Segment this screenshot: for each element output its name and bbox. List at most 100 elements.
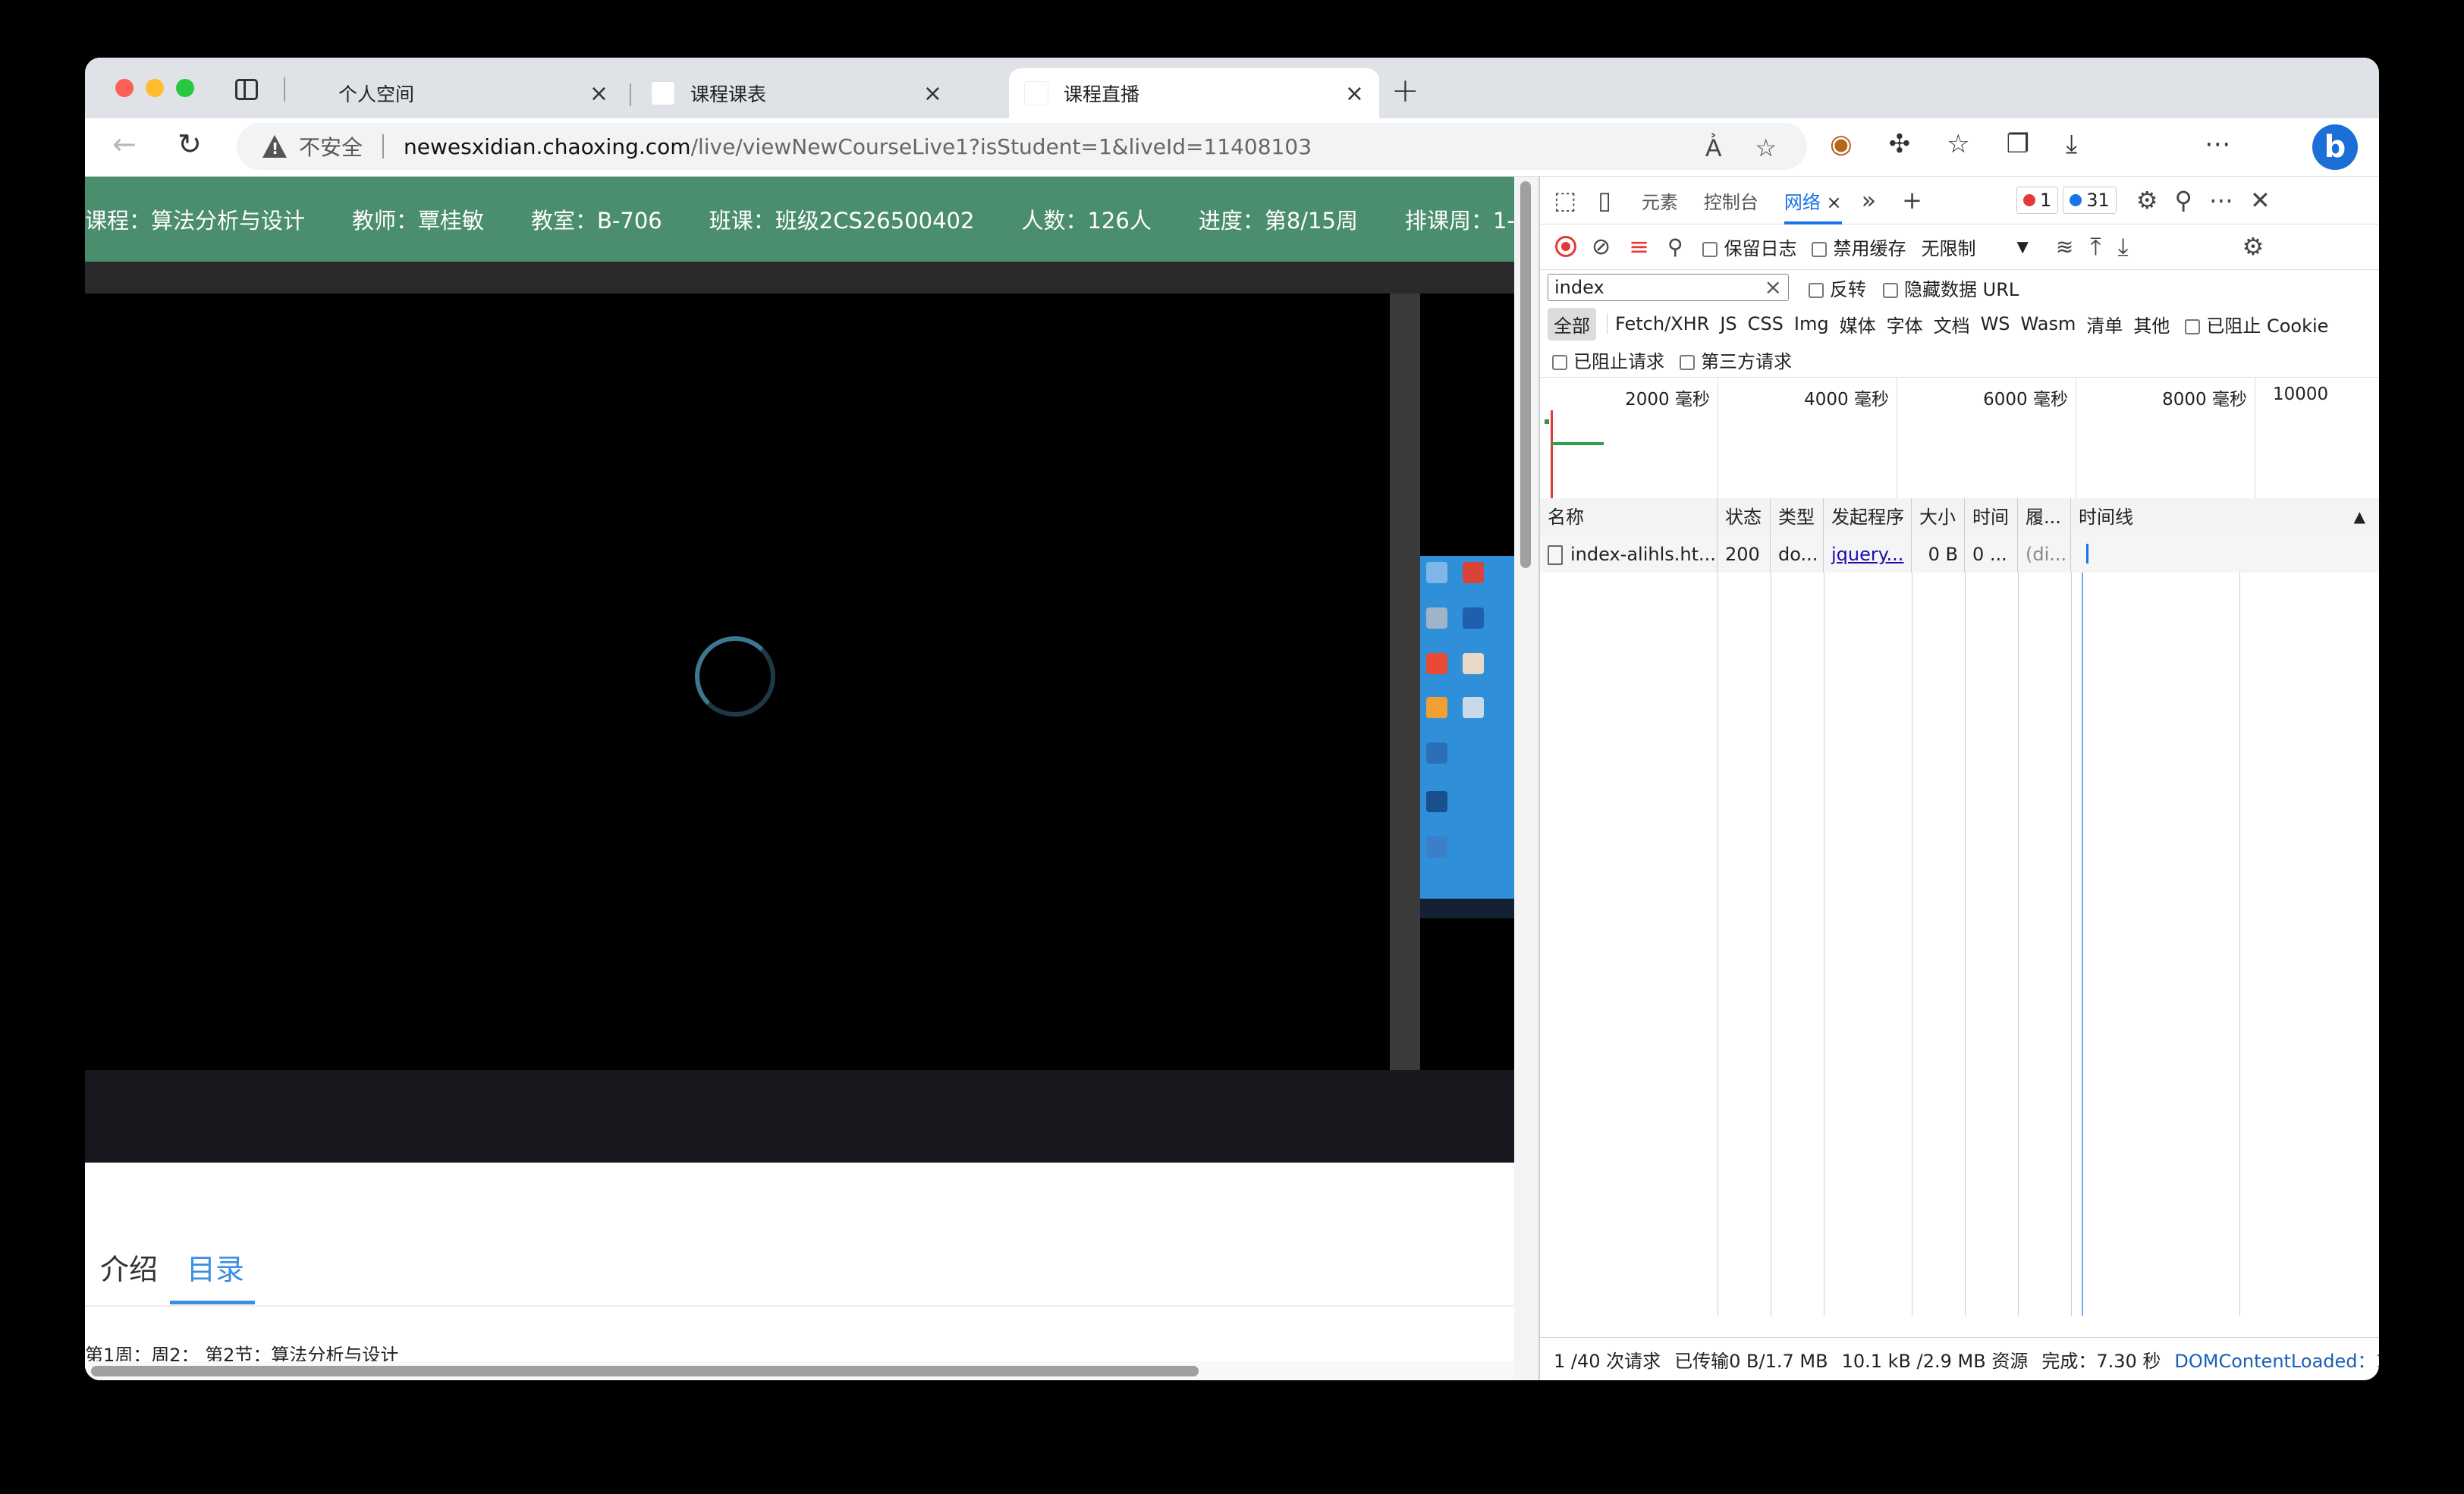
security-label[interactable]: 不安全 bbox=[299, 131, 363, 162]
col-time[interactable]: 时间 bbox=[1965, 498, 2018, 536]
filter-input[interactable]: index × bbox=[1548, 274, 1789, 301]
request-initiator-link[interactable]: jquery... bbox=[1824, 536, 1912, 573]
new-tab-icon[interactable]: + bbox=[1391, 71, 1419, 110]
col-type[interactable]: 类型 bbox=[1771, 498, 1824, 536]
blocked-requests-checkbox[interactable]: 已阻止请求 bbox=[1552, 347, 1664, 373]
add-favorite-icon[interactable]: ☆ bbox=[1755, 133, 1777, 162]
tab-personal-space[interactable]: 个人空间 × bbox=[290, 68, 624, 224]
type-filter-6[interactable]: 字体 bbox=[1887, 311, 1923, 337]
search-icon[interactable]: ⚲ bbox=[1667, 234, 1683, 259]
tab-intro[interactable]: 介绍 bbox=[100, 1246, 158, 1288]
inspect-element-icon[interactable]: ⬚ bbox=[1554, 186, 1576, 215]
type-filter-7[interactable]: 文档 bbox=[1934, 311, 1970, 337]
type-filter-2[interactable]: JS bbox=[1720, 313, 1736, 334]
import-har-icon[interactable]: ⤒ bbox=[2090, 232, 2101, 262]
more-menu-icon[interactable]: ⋯ bbox=[2205, 129, 2230, 159]
blocked-cookies-checkbox[interactable]: 已阻止 Cookie bbox=[2185, 311, 2328, 337]
col-size[interactable]: 大小 bbox=[1912, 498, 1965, 536]
player-splitter[interactable] bbox=[1390, 293, 1420, 1070]
network-overview[interactable]: 2000 毫秒 4000 毫秒 6000 毫秒 8000 毫秒 10000 bbox=[1540, 377, 2379, 499]
bing-copilot-icon[interactable]: b bbox=[2312, 124, 2358, 170]
close-icon[interactable]: × bbox=[589, 80, 608, 107]
tab-actions-icon[interactable] bbox=[235, 79, 258, 100]
video-player[interactable] bbox=[85, 293, 1390, 1070]
close-icon[interactable]: × bbox=[1345, 80, 1364, 107]
error-count-badge[interactable]: 1 bbox=[2016, 187, 2059, 214]
tab-console[interactable]: 控制台 bbox=[1704, 187, 1758, 214]
type-filter-3[interactable]: CSS bbox=[1748, 313, 1784, 334]
hide-data-urls-checkbox[interactable]: 隐藏数据 URL bbox=[1883, 275, 2019, 301]
checkbox[interactable] bbox=[2185, 319, 2201, 334]
tab-network[interactable]: 网络 × bbox=[1784, 187, 1842, 224]
add-tab-icon[interactable]: + bbox=[1902, 186, 1922, 215]
url-path: /live/viewNewCourseLive1?isStudent=1&liv… bbox=[690, 133, 1312, 159]
type-filter-8[interactable]: WS bbox=[1981, 313, 2010, 334]
more-tabs-icon[interactable]: » bbox=[1862, 186, 1877, 215]
col-status[interactable]: 状态 bbox=[1718, 498, 1771, 536]
tab-title: 课程直播 bbox=[1064, 83, 1140, 105]
more-options-icon[interactable]: ⋯ bbox=[2209, 186, 2233, 215]
tab-course-schedule[interactable]: 课程课表 × bbox=[636, 68, 957, 118]
sort-ascending-icon[interactable]: ▲ bbox=[2354, 507, 2365, 526]
network-settings-gear-icon[interactable]: ⚙ bbox=[2242, 232, 2264, 261]
col-waterfall[interactable]: 时间线 bbox=[2071, 498, 2379, 536]
col-initiator[interactable]: 发起程序 bbox=[1824, 498, 1912, 536]
checkbox[interactable] bbox=[1702, 241, 1718, 257]
screen-share-thumbnail[interactable] bbox=[1420, 556, 1514, 918]
address-bar[interactable]: 不安全 newesxidian.chaoxing.com /live/viewN… bbox=[237, 123, 1807, 170]
type-filter-9[interactable]: Wasm bbox=[2021, 313, 2076, 334]
clear-filter-icon[interactable]: × bbox=[1765, 275, 1782, 300]
network-conditions-icon[interactable]: ≋ bbox=[2056, 234, 2073, 259]
table-row[interactable]: index-alihls.ht... 200 do... jquery... 0… bbox=[1540, 536, 2379, 573]
request-name-cell[interactable]: index-alihls.ht... bbox=[1540, 536, 1718, 573]
export-har-icon[interactable]: ⤓ bbox=[2117, 232, 2128, 262]
extensions-puzzle-icon[interactable]: ✣ bbox=[1889, 129, 1911, 159]
third-party-checkbox[interactable]: 第三方请求 bbox=[1680, 347, 1792, 373]
checkbox[interactable] bbox=[1680, 354, 1695, 370]
filter-icon[interactable]: ≡ bbox=[1629, 232, 1649, 261]
checkbox[interactable] bbox=[1809, 282, 1824, 298]
horizontal-scroll-thumb[interactable] bbox=[91, 1366, 1199, 1376]
read-aloud-icon[interactable]: A͐ bbox=[1705, 133, 1721, 162]
back-arrow-icon[interactable]: ← bbox=[112, 127, 137, 161]
type-filter-4[interactable]: Img bbox=[1794, 313, 1829, 334]
device-emulation-icon[interactable]: ▯ bbox=[1598, 186, 1611, 215]
tab-catalog[interactable]: 目录 bbox=[187, 1246, 244, 1288]
checkbox[interactable] bbox=[1883, 282, 1898, 298]
extension-monkey-icon[interactable]: ◉ bbox=[1830, 129, 1853, 159]
type-filter-0[interactable]: 全部 bbox=[1548, 307, 1596, 341]
col-fulfilled[interactable]: 履... bbox=[2018, 498, 2071, 536]
type-filter-10[interactable]: 清单 bbox=[2086, 311, 2123, 337]
collections-icon[interactable]: ❐ bbox=[2007, 129, 2029, 159]
invert-checkbox[interactable]: 反转 bbox=[1809, 275, 1866, 301]
vertical-scrollbar[interactable] bbox=[1514, 177, 1538, 1380]
reload-icon[interactable]: ↻ bbox=[178, 127, 202, 161]
horizontal-scrollbar[interactable] bbox=[85, 1361, 1514, 1380]
disable-cache-checkbox[interactable]: 禁用缓存 bbox=[1812, 234, 1906, 260]
close-icon[interactable]: × bbox=[1826, 192, 1841, 213]
throttle-select[interactable]: 无限制 bbox=[1921, 234, 2004, 260]
close-devtools-icon[interactable]: ✕ bbox=[2250, 186, 2271, 215]
tab-elements[interactable]: 元素 bbox=[1642, 187, 1678, 214]
checkbox[interactable] bbox=[1552, 354, 1567, 370]
tab-course-live[interactable]: 课程直播 × bbox=[1009, 68, 1379, 118]
downloads-icon[interactable]: ⤓ bbox=[2066, 129, 2077, 159]
vertical-scroll-thumb[interactable] bbox=[1520, 181, 1531, 568]
favorites-icon[interactable]: ☆ bbox=[1947, 129, 1969, 159]
record-icon[interactable] bbox=[1555, 236, 1576, 257]
type-filter-5[interactable]: 媒体 bbox=[1840, 311, 1876, 337]
close-icon[interactable]: × bbox=[923, 80, 942, 107]
type-filter-1[interactable]: Fetch/XHR bbox=[1607, 313, 1709, 334]
preserve-log-checkbox[interactable]: 保留日志 bbox=[1702, 234, 1796, 260]
type-filter-11[interactable]: 其他 bbox=[2133, 311, 2170, 337]
chevron-down-icon[interactable]: ▼ bbox=[2016, 237, 2028, 256]
window-minimize-button[interactable] bbox=[146, 79, 164, 97]
checkbox[interactable] bbox=[1812, 241, 1828, 257]
message-count-badge[interactable]: 31 bbox=[2063, 187, 2117, 214]
window-maximize-button[interactable] bbox=[176, 79, 194, 97]
feedback-icon[interactable]: ⚲ bbox=[2175, 186, 2192, 215]
settings-gear-icon[interactable]: ⚙ bbox=[2136, 186, 2158, 215]
col-name[interactable]: 名称 bbox=[1540, 498, 1718, 536]
clear-icon[interactable]: ⊘ bbox=[1592, 234, 1611, 260]
window-close-button[interactable] bbox=[115, 79, 134, 97]
